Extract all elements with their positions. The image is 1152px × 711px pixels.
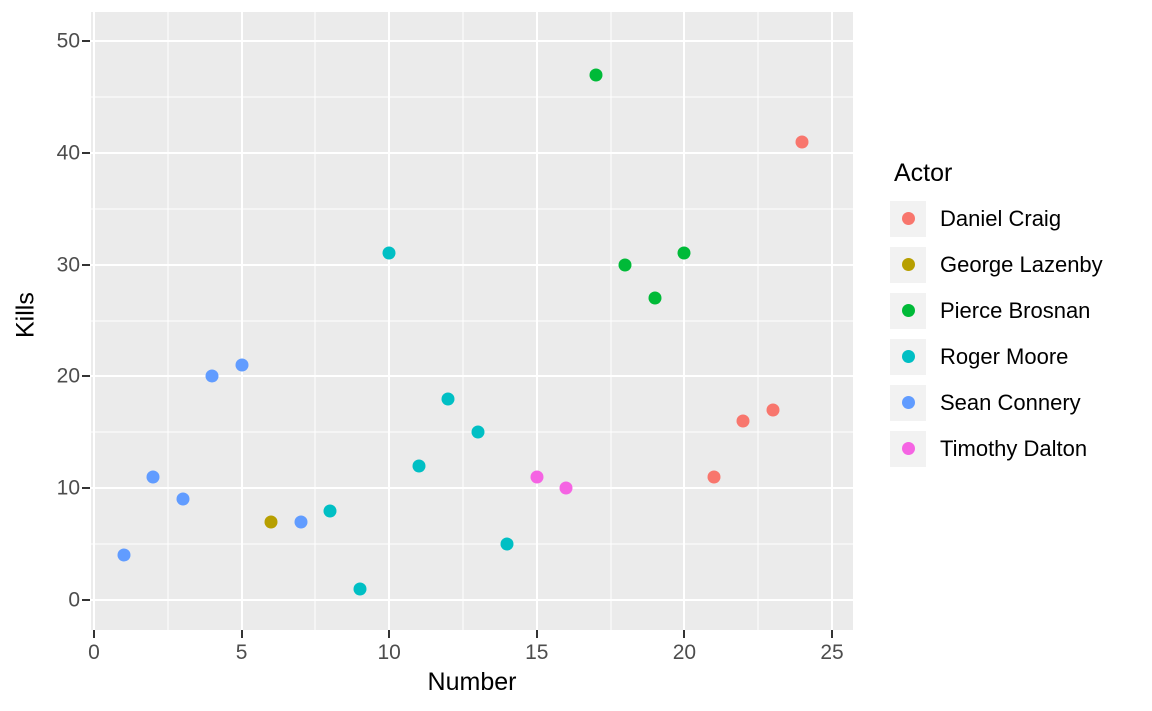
y-axis-ticks: 0 10 20 30 40 50 xyxy=(0,0,90,630)
y-tick-mark xyxy=(82,40,90,42)
grid-line-major-horizontal xyxy=(91,263,853,266)
legend-item-george-lazenby[interactable]: George Lazenby xyxy=(890,242,1140,288)
data-point xyxy=(205,369,219,383)
legend-item-label: Sean Connery xyxy=(940,389,1081,415)
y-tick-mark xyxy=(82,599,90,601)
data-point xyxy=(412,459,426,473)
legend-key-swatch xyxy=(890,200,926,237)
grid-line-major-vertical xyxy=(240,12,243,630)
x-tick-label: 20 xyxy=(672,641,697,664)
data-point xyxy=(559,481,573,495)
grid-line-minor-vertical xyxy=(757,12,759,630)
grid-line-major-horizontal xyxy=(91,487,853,490)
legend-items: Daniel Craig George Lazenby Pierce Brosnan… xyxy=(890,196,1140,472)
legend-item-label: Roger Moore xyxy=(940,343,1069,369)
legend-point-icon xyxy=(901,442,915,455)
grid-line-minor-vertical xyxy=(462,12,464,630)
legend-item-label: Pierce Brosnan xyxy=(940,297,1091,323)
data-point xyxy=(530,470,544,484)
grid-line-major-vertical xyxy=(535,12,538,630)
legend-item-sean-connery[interactable]: Sean Connery xyxy=(890,380,1140,426)
data-point xyxy=(146,470,160,484)
legend-point-icon xyxy=(901,304,915,317)
data-point xyxy=(264,515,278,529)
legend: Actor Daniel Craig George Lazenby Pierce B… xyxy=(890,159,1140,472)
data-point xyxy=(589,68,603,82)
scatter-plot-figure: Kills 0 10 20 30 40 50 0 5 10 15 20 25 Number Acto… xyxy=(0,0,1152,711)
data-point xyxy=(618,258,632,272)
legend-item-label: Daniel Craig xyxy=(940,205,1062,231)
y-tick-label: 10 xyxy=(56,476,80,500)
data-point xyxy=(323,504,337,518)
data-point xyxy=(176,492,190,506)
y-tick-label: 50 xyxy=(56,29,80,53)
legend-point-icon xyxy=(901,396,915,409)
grid-line-major-horizontal xyxy=(91,40,853,42)
y-tick-label: 40 xyxy=(56,141,80,165)
data-point xyxy=(382,246,396,260)
grid-line-major-horizontal xyxy=(91,599,853,601)
grid-line-minor-vertical xyxy=(610,12,612,630)
data-point xyxy=(117,548,131,562)
data-point xyxy=(441,392,455,406)
x-tick-mark xyxy=(388,630,391,638)
x-tick-mark xyxy=(831,630,833,638)
grid-line-minor-vertical xyxy=(314,12,316,630)
legend-point-icon xyxy=(901,350,915,363)
data-point xyxy=(353,582,367,596)
data-point xyxy=(736,414,750,428)
y-tick-mark xyxy=(82,151,90,154)
x-tick-label: 0 xyxy=(88,641,100,664)
data-point xyxy=(677,246,691,260)
legend-item-label: George Lazenby xyxy=(940,251,1103,277)
y-tick-label: 30 xyxy=(56,253,80,277)
legend-title: Actor xyxy=(894,159,953,187)
grid-line-minor-horizontal xyxy=(91,208,853,210)
grid-line-major-vertical xyxy=(388,12,391,630)
x-tick-mark xyxy=(683,630,686,638)
y-tick-mark xyxy=(82,375,90,378)
grid-line-major-vertical xyxy=(683,12,686,630)
y-tick-mark xyxy=(82,487,90,490)
x-tick-label: 5 xyxy=(235,641,248,664)
grid-line-major-vertical xyxy=(831,12,833,630)
x-tick-mark xyxy=(93,630,95,638)
x-tick-mark xyxy=(240,630,243,638)
legend-item-label: Timothy Dalton xyxy=(940,435,1088,461)
x-axis-title: Number xyxy=(427,668,517,696)
legend-item-pierce-brosnan[interactable]: Pierce Brosnan xyxy=(890,288,1140,334)
data-point xyxy=(795,135,809,149)
legend-key-swatch xyxy=(890,384,926,421)
legend-key-swatch xyxy=(890,292,926,329)
x-tick-label: 10 xyxy=(377,641,401,664)
legend-item-timothy-dalton[interactable]: Timothy Dalton xyxy=(890,426,1140,472)
data-point xyxy=(471,425,485,439)
grid-line-minor-horizontal xyxy=(91,96,853,98)
grid-line-major-horizontal xyxy=(91,151,853,154)
legend-key-swatch xyxy=(890,246,926,283)
legend-point-icon xyxy=(901,212,915,225)
legend-item-daniel-craig[interactable]: Daniel Craig xyxy=(890,196,1140,242)
data-point xyxy=(235,358,249,372)
grid-line-minor-vertical xyxy=(167,12,169,630)
grid-line-minor-horizontal xyxy=(91,320,853,321)
data-point xyxy=(500,537,514,551)
x-tick-mark xyxy=(535,630,538,638)
data-point xyxy=(648,291,662,305)
x-tick-label: 15 xyxy=(525,641,549,664)
data-point xyxy=(707,470,721,484)
y-tick-mark xyxy=(82,263,90,266)
plot-panel xyxy=(91,12,853,630)
data-point xyxy=(766,403,780,417)
legend-key-swatch xyxy=(890,430,926,467)
data-point xyxy=(294,515,308,529)
legend-point-icon xyxy=(901,258,915,271)
y-tick-label: 20 xyxy=(56,364,80,388)
y-tick-label: 0 xyxy=(68,588,80,612)
grid-line-major-vertical xyxy=(93,12,95,630)
grid-line-minor-horizontal xyxy=(91,543,853,545)
legend-key-swatch xyxy=(890,338,926,375)
legend-item-roger-moore[interactable]: Roger Moore xyxy=(890,334,1140,380)
x-tick-label: 25 xyxy=(820,641,844,664)
